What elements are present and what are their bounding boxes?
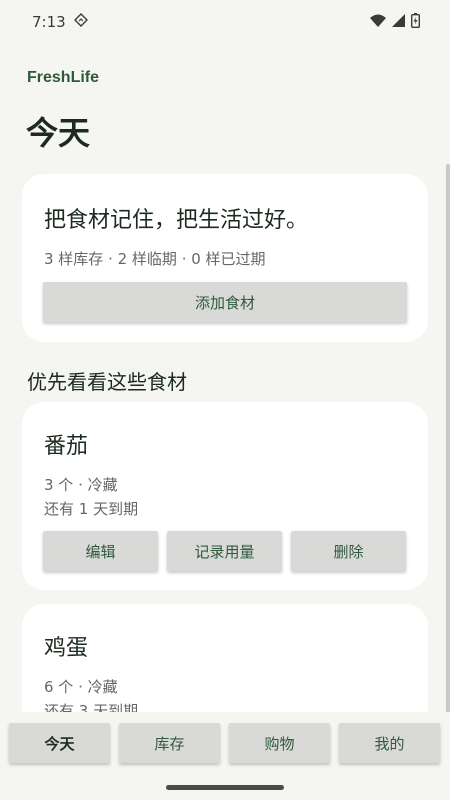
nav-tab-today[interactable]: 今天 [9,723,110,763]
scrollbar[interactable] [446,164,450,712]
wifi-icon [370,13,386,31]
section-title: 优先看看这些食材 [27,370,187,394]
food-item-name: 鸡蛋 [44,636,89,661]
app-brand: FreshLife [27,69,100,86]
main-scroll-area[interactable]: FreshLife 今天 把食材记住，把生活过好。 3 样库存 · 2 样临期 … [0,44,450,712]
add-food-button[interactable]: 添加食材 [43,282,407,322]
cell-signal-icon [392,13,405,31]
food-item-quantity: 6 个 · 冷藏 [44,678,118,696]
status-bar: 7:13 [0,0,450,44]
food-item-card: 鸡蛋 6 个 · 冷藏 还有 3 天到期 [22,604,428,712]
bottom-navigation: 今天 库存 购物 我的 [0,712,450,800]
food-item-quantity: 3 个 · 冷藏 [44,476,118,494]
nav-tab-inventory[interactable]: 库存 [119,723,220,763]
navigation-diamond-icon [73,13,88,31]
hero-title: 把食材记住，把生活过好。 [44,208,309,233]
status-time: 7:13 [32,13,66,31]
food-item-card: 番茄 3 个 · 冷藏 还有 1 天到期 编辑 记录用量 删除 [22,402,428,590]
food-item-expiry: 还有 1 天到期 [44,500,139,518]
edit-button[interactable]: 编辑 [43,531,158,571]
inventory-stats: 3 样库存 · 2 样临期 · 0 样已过期 [44,250,266,268]
food-item-expiry: 还有 3 天到期 [44,702,139,712]
delete-button[interactable]: 删除 [291,531,406,571]
battery-icon [410,12,420,32]
food-item-name: 番茄 [44,434,89,459]
nav-tab-profile[interactable]: 我的 [339,723,440,763]
home-indicator[interactable] [166,785,284,790]
summary-card: 把食材记住，把生活过好。 3 样库存 · 2 样临期 · 0 样已过期 添加食材 [22,174,428,342]
page-title: 今天 [26,114,91,152]
log-usage-button[interactable]: 记录用量 [167,531,282,571]
nav-tab-shopping[interactable]: 购物 [229,723,330,763]
